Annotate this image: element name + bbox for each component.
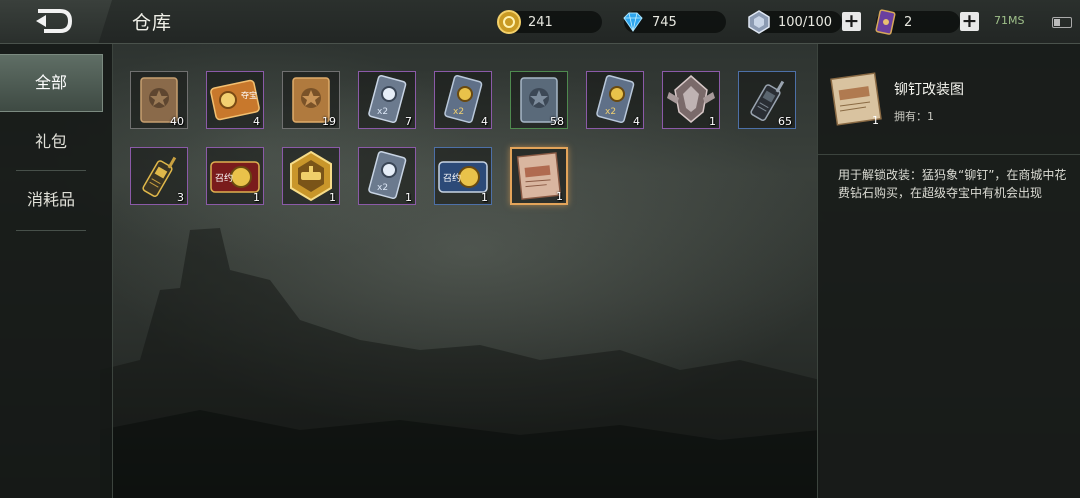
- item-slot-summon-gold-ticket[interactable]: 召约 1: [206, 147, 264, 205]
- ticket-counter: 2: [875, 9, 960, 35]
- page-title: 仓库: [132, 12, 173, 34]
- item-slot-gold-card-x2-b[interactable]: x2 4: [586, 71, 644, 129]
- item-count: 40: [170, 115, 184, 128]
- category-sidebar: 全部 礼包 消耗品: [0, 44, 113, 498]
- tab-all[interactable]: 全部: [0, 54, 103, 112]
- item-count: 4: [253, 115, 260, 128]
- ticket-text: 召约: [443, 172, 461, 184]
- diamond-icon: [623, 12, 643, 32]
- add-ticket-button[interactable]: +: [960, 12, 979, 31]
- item-count: 58: [550, 115, 564, 128]
- item-slot-silver-card-x2-b[interactable]: x2 1: [358, 147, 416, 205]
- sidebar-divider: [16, 230, 86, 231]
- item-count: 3: [177, 191, 184, 204]
- sidebar-divider: [16, 170, 86, 171]
- item-count: 19: [322, 115, 336, 128]
- gold-value: 241: [528, 14, 553, 30]
- item-count: 1: [329, 191, 336, 204]
- item-slot-treasure-ticket[interactable]: 夺宝 4: [206, 71, 264, 129]
- back-button[interactable]: [0, 0, 112, 43]
- energy-value: 100/100: [778, 14, 833, 30]
- diamond-counter: 745: [623, 11, 726, 33]
- detail-description: 用于解锁改装：猛犸象“铆钉”，在商城中花费钻石购买，在超级夺宝中有机会出现: [838, 168, 1067, 200]
- multiplier-text: x2: [377, 107, 388, 117]
- add-energy-button[interactable]: +: [842, 12, 861, 31]
- item-count: 7: [405, 115, 412, 128]
- detail-item-name: 铆钉改装图: [894, 82, 964, 98]
- item-count: 4: [633, 115, 640, 128]
- energy-counter: 100/100: [748, 10, 842, 34]
- gold-coin-icon: [497, 10, 521, 34]
- tab-consumables[interactable]: 消耗品: [0, 172, 102, 228]
- back-arrow-icon: [36, 9, 73, 33]
- ticket-text: 夺宝: [241, 90, 257, 100]
- item-count: 1: [709, 115, 716, 128]
- detail-item-count: 1: [872, 114, 879, 127]
- item-slot-bronze-star-book-2[interactable]: 19: [282, 71, 340, 129]
- item-count: 65: [778, 115, 792, 128]
- item-slot-summon-silver-ticket[interactable]: 召约 1: [434, 147, 492, 205]
- item-slot-radio-black[interactable]: 65: [738, 71, 796, 129]
- multiplier-text: x2: [377, 183, 388, 193]
- diamond-value: 745: [652, 14, 677, 30]
- item-count: 1: [253, 191, 260, 204]
- gold-counter: 241: [497, 10, 602, 34]
- network-latency: 71MS: [994, 14, 1025, 27]
- ticket-card-icon: [875, 9, 896, 35]
- item-count: 1: [405, 191, 412, 204]
- detail-header: 1 铆钉改装图 拥有：1: [818, 44, 1080, 155]
- multiplier-text: x2: [453, 107, 464, 117]
- ticket-text: 召约: [215, 172, 233, 184]
- item-slot-rank-emblem[interactable]: 1: [662, 71, 720, 129]
- multiplier-text: x2: [605, 107, 616, 117]
- item-count: 4: [481, 115, 488, 128]
- top-bar: 仓库 241 745 100/100 + 2 + 71MS: [0, 0, 1080, 44]
- tab-gift-packs[interactable]: 礼包: [0, 114, 102, 170]
- ruins-silhouette: [100, 228, 820, 498]
- detail-owned-count: 拥有：1: [894, 110, 934, 123]
- item-slot-steel-star-book[interactable]: 58: [510, 71, 568, 129]
- item-slot-radio-gold[interactable]: 3: [130, 147, 188, 205]
- item-count: 1: [556, 190, 563, 203]
- ticket-value: 2: [904, 14, 913, 30]
- item-slot-bronze-star-book[interactable]: 40: [130, 71, 188, 129]
- item-slot-gold-hex-badge[interactable]: 1: [282, 147, 340, 205]
- item-count: 1: [481, 191, 488, 204]
- energy-crystal-icon: [748, 10, 770, 34]
- item-slot-rivet-blueprint[interactable]: 1: [510, 147, 568, 205]
- battery-icon: [1052, 17, 1072, 28]
- item-slot-silver-card-x2[interactable]: x2 7: [358, 71, 416, 129]
- item-slot-gold-card-x2[interactable]: x2 4: [434, 71, 492, 129]
- item-detail-panel: 1 铆钉改装图 拥有：1 用于解锁改装：猛犸象“铆钉”，在商城中花费钻石购买，在…: [817, 44, 1080, 498]
